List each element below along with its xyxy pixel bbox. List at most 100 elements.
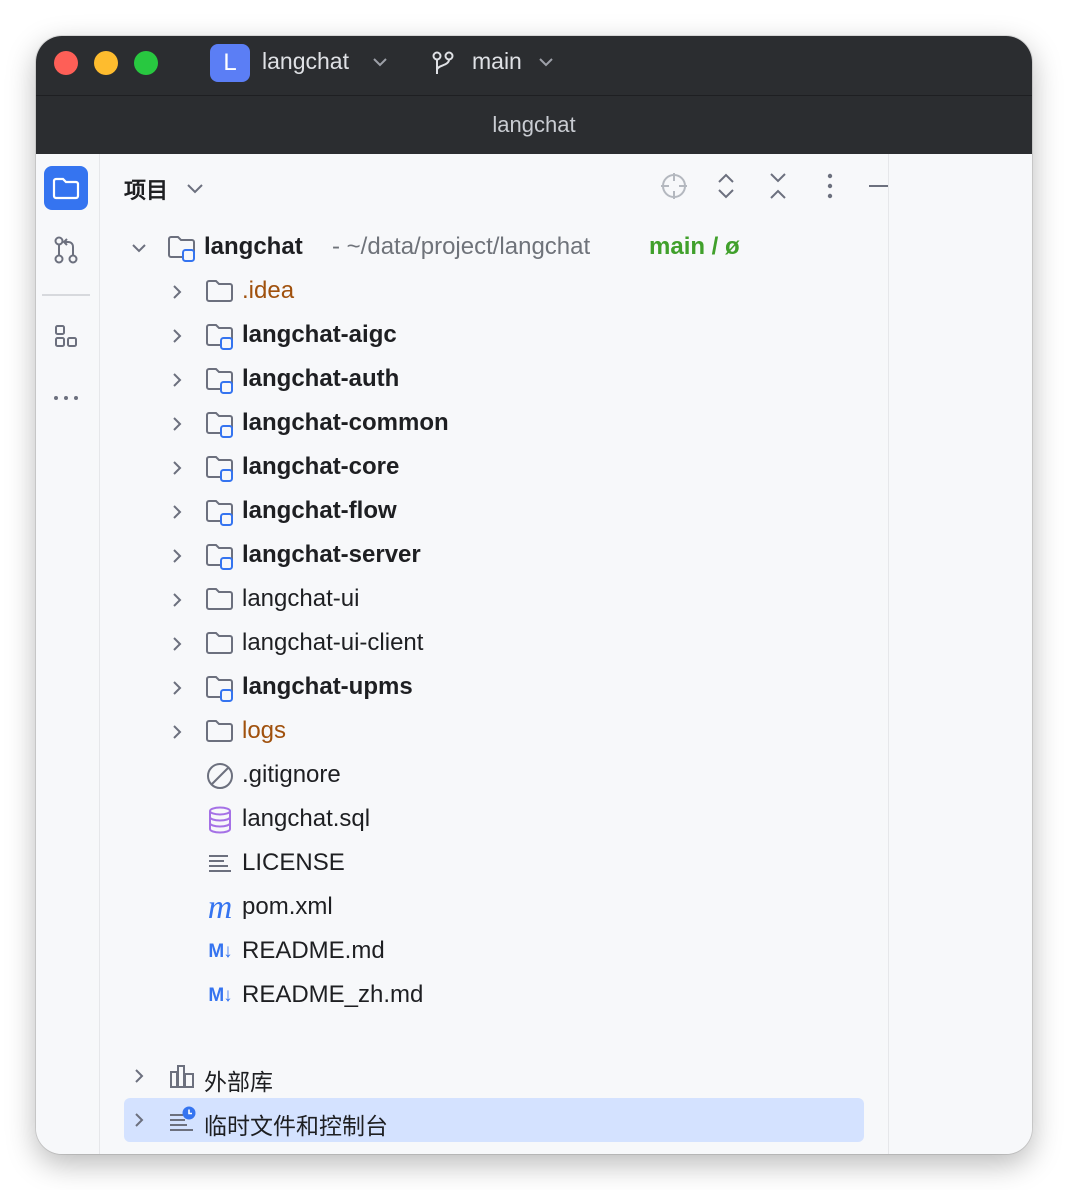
database-icon (204, 804, 236, 836)
folder-icon (204, 716, 236, 748)
chevron-right-icon (173, 505, 182, 519)
tree-item-label: README.md (242, 937, 385, 964)
chevron-right-icon (135, 1069, 144, 1083)
tree-item[interactable]: LICENSE (100, 842, 888, 886)
chevron-down-icon (373, 58, 387, 67)
markdown-icon: M↓ (208, 941, 232, 962)
structure-tool-button[interactable] (44, 314, 88, 358)
commit-icon (54, 236, 78, 264)
external-libraries-label: 外部库 (204, 1069, 273, 1095)
chevron-right-icon (173, 285, 182, 299)
tree-item-label: langchat.sql (242, 805, 371, 832)
tree-item[interactable]: langchat-flow (100, 490, 888, 534)
tree-item-label: .idea (242, 277, 295, 304)
project-name: langchat (262, 48, 349, 74)
tree-item[interactable]: langchat-upms (100, 666, 888, 710)
project-tool-button[interactable] (44, 166, 88, 210)
tree-item-label: langchat-aigc (242, 321, 397, 348)
module-folder-icon (204, 320, 236, 352)
module-folder-icon (204, 540, 236, 572)
tree-item-label: langchat-ui (242, 585, 360, 612)
module-folder-icon (204, 496, 236, 528)
chevron-right-icon (173, 549, 182, 563)
chevron-right-icon (135, 1113, 144, 1127)
tree-item[interactable]: m pom.xml (100, 886, 888, 930)
folder-icon (204, 584, 236, 616)
folder-icon (204, 628, 236, 660)
tree-item[interactable]: logs (100, 710, 888, 754)
tree-item[interactable]: langchat-auth (100, 358, 888, 402)
ide-window: L langchat main langchat 项目 langchat - ~… (36, 36, 1032, 1154)
chevron-right-icon (173, 461, 182, 475)
tree-item[interactable]: langchat-server (100, 534, 888, 578)
project-badge: L (210, 44, 250, 82)
markdown-icon: M↓ (208, 985, 232, 1006)
structure-icon (55, 325, 77, 347)
window-title: langchat (36, 96, 1032, 154)
title-bar: L langchat main (36, 36, 1032, 96)
commit-tool-button[interactable] (44, 228, 88, 272)
more-tools-button[interactable] (44, 376, 88, 420)
tree-item-label: langchat-core (242, 453, 400, 480)
tree-item-label: README_zh.md (242, 981, 424, 1008)
tree-item[interactable]: langchat-core (100, 446, 888, 490)
tool-window-stripe (36, 154, 100, 1154)
tree-item-label: langchat-flow (242, 497, 397, 524)
chevron-right-icon (173, 593, 182, 607)
text-file-icon (204, 848, 236, 880)
tree-item[interactable]: .idea (100, 270, 888, 314)
tree-item[interactable]: M↓ README.md (100, 930, 888, 974)
expand-all-icon (718, 173, 734, 199)
module-folder-icon (204, 452, 236, 484)
chevron-down-icon[interactable] (186, 182, 204, 196)
scratches-icon (166, 1104, 198, 1136)
tree-scratches[interactable]: 临时文件和控制台 (100, 1098, 888, 1142)
tree-root[interactable]: langchat - ~/data/project/langchat main … (100, 226, 888, 270)
scratches-label: 临时文件和控制台 (204, 1113, 388, 1139)
root-branch: main / ø (649, 233, 740, 260)
tree-item-label: .gitignore (242, 761, 341, 788)
tree-item[interactable]: langchat.sql (100, 798, 888, 842)
tree-item[interactable]: M↓ README_zh.md (100, 974, 888, 1018)
chevron-down-icon (539, 58, 553, 67)
locate-icon (661, 173, 687, 199)
tree-item[interactable]: langchat-aigc (100, 314, 888, 358)
tree-item-label: langchat-upms (242, 673, 413, 700)
library-icon (166, 1060, 198, 1092)
tree-item-label: logs (242, 717, 287, 744)
locate-file-button[interactable] (658, 170, 690, 202)
tree-item-label: langchat-auth (242, 365, 400, 392)
close-window-button[interactable] (54, 51, 78, 75)
tree-item[interactable]: langchat-common (100, 402, 888, 446)
chevron-right-icon (173, 417, 182, 431)
branch-name: main (472, 48, 522, 74)
branch-icon (432, 51, 454, 74)
chevron-down-icon (132, 244, 146, 253)
collapse-all-icon (770, 173, 786, 199)
minimize-window-button[interactable] (94, 51, 118, 75)
tree-item-label: langchat-server (242, 541, 421, 568)
collapse-all-button[interactable] (762, 170, 794, 202)
module-folder-icon (204, 672, 236, 704)
root-path: - ~/data/project/langchat (332, 233, 591, 260)
editor-area (888, 154, 1032, 1154)
options-icon (827, 173, 833, 199)
tree-item[interactable]: .gitignore (100, 754, 888, 798)
root-name: langchat (204, 233, 303, 260)
folder-icon (52, 177, 80, 200)
zoom-window-button[interactable] (134, 51, 158, 75)
chevron-right-icon (173, 637, 182, 651)
maven-icon: m (207, 889, 233, 926)
tree-external-libraries[interactable]: 外部库 (100, 1054, 888, 1098)
options-button[interactable] (814, 170, 846, 202)
more-icon (54, 396, 78, 400)
expand-all-button[interactable] (710, 170, 742, 202)
chevron-right-icon (173, 725, 182, 739)
tree-item[interactable]: langchat-ui (100, 578, 888, 622)
project-panel: 项目 langchat - ~/data/project/langchat ma… (100, 154, 895, 1154)
panel-title[interactable]: 项目 (124, 173, 168, 205)
tree-item[interactable]: langchat-ui-client (100, 622, 888, 666)
chevron-right-icon (173, 329, 182, 343)
module-folder-icon (166, 232, 198, 264)
module-folder-icon (204, 408, 236, 440)
